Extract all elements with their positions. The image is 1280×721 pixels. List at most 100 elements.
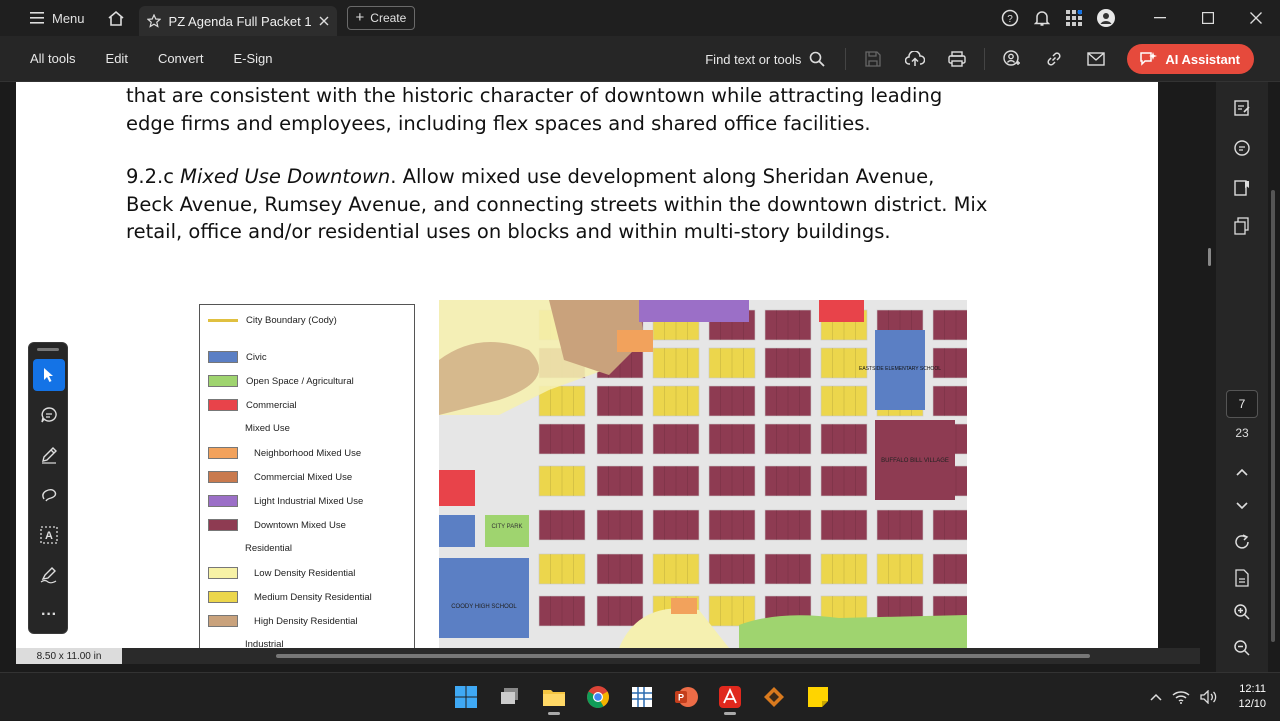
- find-button[interactable]: Find text or tools: [705, 51, 825, 67]
- toolbar-right: Find text or tools AI Assistant: [705, 36, 1254, 82]
- legend-swatch: [208, 495, 238, 507]
- total-pages: 23: [1235, 426, 1249, 440]
- email-button[interactable]: [1077, 36, 1115, 82]
- close-icon: [1250, 12, 1262, 24]
- horizontal-scrollbar[interactable]: [16, 648, 1200, 664]
- svg-text:A: A: [45, 530, 53, 542]
- star-icon[interactable]: [146, 14, 161, 28]
- document-workspace[interactable]: that are consistent with the historic ch…: [0, 82, 1280, 672]
- rotate-icon: [1235, 534, 1249, 549]
- drag-handle[interactable]: [37, 348, 59, 351]
- taskbar-app-taskview[interactable]: [492, 679, 528, 715]
- legend-label: Commercial Mixed Use: [254, 471, 353, 483]
- save-button[interactable]: [854, 36, 892, 82]
- zoom-out-icon: [1234, 640, 1250, 656]
- legend-swatch: [208, 471, 238, 483]
- toolbar-esign[interactable]: E-Sign: [218, 51, 287, 66]
- scroll-thumb[interactable]: [1208, 248, 1211, 266]
- taskbar-app-powerpoint[interactable]: P: [668, 679, 704, 715]
- cursor-icon: [44, 368, 53, 382]
- system-clock[interactable]: 12:11 12/10: [1238, 682, 1266, 712]
- taskbar-app-other[interactable]: [756, 679, 792, 715]
- paragraph-2: 9.2.c Mixed Use Downtown. Allow mixed us…: [126, 163, 987, 246]
- close-tab-icon[interactable]: [319, 16, 329, 26]
- pages-panel-button[interactable]: [1228, 212, 1256, 240]
- legend-swatch: [208, 399, 238, 411]
- map-legend: City Boundary (Cody) Civic Open Space / …: [199, 304, 415, 648]
- upload-button[interactable]: [896, 36, 934, 82]
- map-label: COODY HIGH SCHOOL: [451, 604, 517, 610]
- grid-app-icon: [632, 687, 652, 707]
- previous-page-button[interactable]: [1228, 458, 1256, 486]
- legend-label: Low Density Residential: [254, 567, 356, 579]
- home-button[interactable]: [99, 0, 133, 36]
- light-industrial-block: [639, 300, 749, 322]
- taskbar-app-file-explorer[interactable]: [536, 679, 572, 715]
- legend-item: Commercial: [208, 399, 297, 411]
- comments-panel-button[interactable]: [1228, 134, 1256, 162]
- wifi-icon[interactable]: [1172, 690, 1190, 704]
- pdf-page[interactable]: that are consistent with the historic ch…: [16, 82, 1158, 648]
- search-icon: [810, 51, 825, 67]
- pen-icon: [42, 447, 57, 464]
- text-recognition-tool[interactable]: A: [33, 519, 65, 551]
- taskbar-app-acrobat[interactable]: [712, 679, 748, 715]
- next-page-button[interactable]: [1228, 492, 1256, 520]
- taskbar-app-snipping[interactable]: [624, 679, 660, 715]
- clock-date: 12/10: [1238, 698, 1266, 710]
- rotate-button[interactable]: [1228, 528, 1256, 556]
- toolbar-convert[interactable]: Convert: [143, 51, 219, 66]
- bookmarks-panel-button[interactable]: [1228, 174, 1256, 202]
- toolbar-all-tools[interactable]: All tools: [0, 51, 91, 66]
- taskbar-app-chrome[interactable]: [580, 679, 616, 715]
- link-button[interactable]: [1035, 36, 1073, 82]
- minimize-button[interactable]: [1136, 0, 1184, 36]
- taskbar-app-sticky-notes[interactable]: [800, 679, 836, 715]
- select-tool[interactable]: [33, 359, 65, 391]
- close-window-button[interactable]: [1232, 0, 1280, 36]
- create-button[interactable]: + Create: [346, 6, 416, 30]
- print-button[interactable]: [938, 36, 976, 82]
- legend-item: Light Industrial Mixed Use: [208, 495, 363, 507]
- home-icon: [108, 10, 124, 26]
- bookmark-icon: [1234, 180, 1249, 196]
- start-button[interactable]: [448, 679, 484, 715]
- ai-assistant-button[interactable]: AI Assistant: [1127, 44, 1254, 74]
- comment-tool[interactable]: [33, 399, 65, 431]
- legend-label: Open Space / Agricultural: [246, 375, 354, 387]
- map-block: [932, 385, 967, 417]
- maximize-button[interactable]: [1184, 0, 1232, 36]
- menu-button[interactable]: Menu: [0, 0, 99, 36]
- zoom-out-button[interactable]: [1228, 634, 1256, 662]
- draw-tool[interactable]: [33, 439, 65, 471]
- scroll-thumb[interactable]: [1271, 190, 1275, 642]
- legend-label: Light Industrial Mixed Use: [254, 495, 364, 507]
- sign-tool[interactable]: [33, 559, 65, 591]
- freeform-tool[interactable]: [33, 479, 65, 511]
- toolbar-edit[interactable]: Edit: [91, 51, 143, 66]
- vertical-scrollbar[interactable]: [1204, 82, 1216, 672]
- legend-label: Commercial: [246, 399, 297, 411]
- scroll-thumb[interactable]: [276, 654, 1090, 658]
- apps-button[interactable]: [1058, 0, 1090, 36]
- help-button[interactable]: ?: [994, 0, 1026, 36]
- edit-pdf-panel-button[interactable]: [1228, 94, 1256, 122]
- quick-tools-panel: A ···: [28, 342, 68, 634]
- account-button[interactable]: [1090, 0, 1122, 36]
- chevron-up-icon[interactable]: [1150, 693, 1162, 701]
- panel-scrollbar[interactable]: [1268, 82, 1280, 672]
- share-user-icon: [1003, 50, 1021, 66]
- current-page-input[interactable]: 7: [1226, 390, 1258, 418]
- document-tab[interactable]: PZ Agenda Full Packet 1...: [138, 6, 337, 36]
- chevron-down-icon: [1236, 502, 1248, 510]
- windows-logo-icon: [455, 686, 477, 708]
- volume-icon[interactable]: [1200, 690, 1218, 704]
- zoom-in-button[interactable]: [1228, 598, 1256, 626]
- more-tools[interactable]: ···: [33, 599, 65, 631]
- svg-text:P: P: [678, 693, 684, 703]
- notifications-button[interactable]: [1026, 0, 1058, 36]
- page-view-button[interactable]: [1228, 564, 1256, 592]
- edit-document-icon: [1234, 100, 1250, 116]
- share-user-button[interactable]: [993, 36, 1031, 82]
- apps-grid-icon: [1066, 10, 1082, 26]
